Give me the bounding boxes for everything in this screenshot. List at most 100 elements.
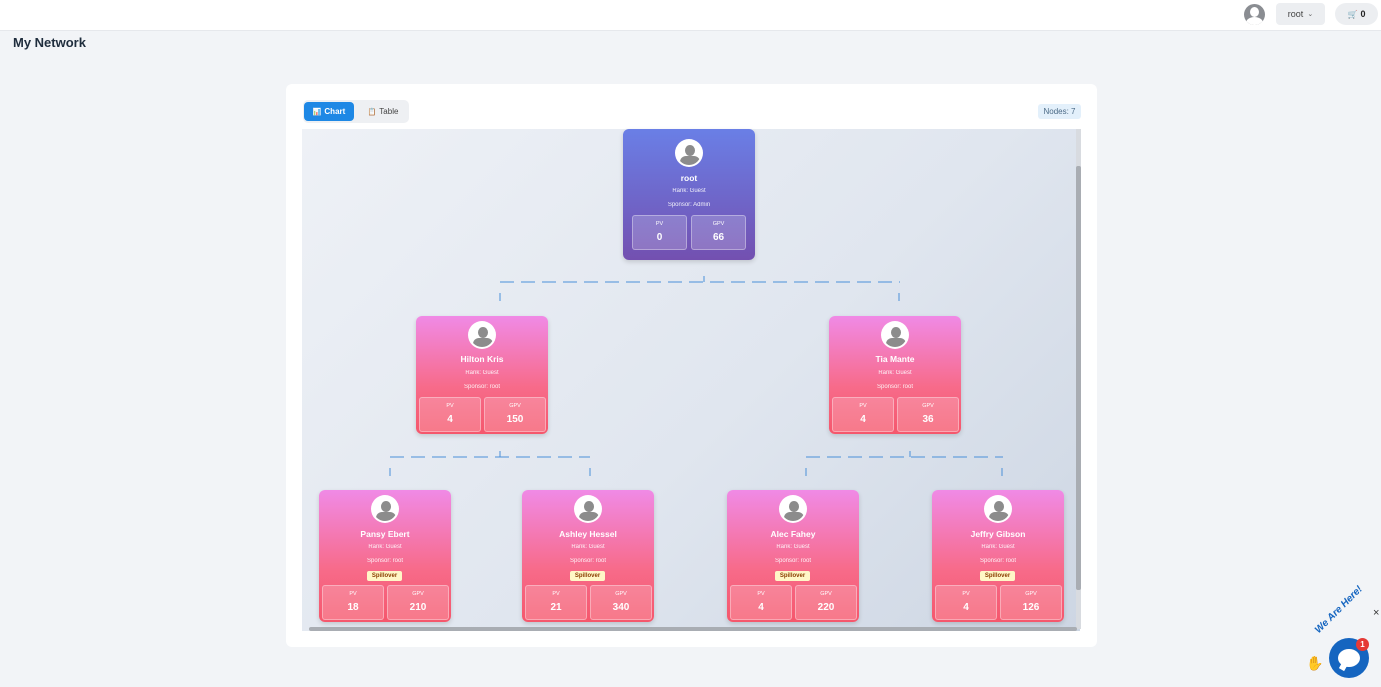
tree-node-hilton-kris[interactable]: Hilton Kris Rank: Guest Sponsor: root PV…	[416, 316, 548, 434]
node-gpv-stat: GPV 150	[484, 397, 546, 432]
pv-label: PV	[655, 221, 664, 227]
node-pv-stat: PV 4	[419, 397, 481, 432]
pv-value: 4	[963, 602, 969, 613]
node-pv-stat: PV 4	[832, 397, 894, 432]
node-rank: Rank: Guest	[465, 370, 499, 376]
gpv-value: 220	[817, 602, 835, 613]
tree-node-tia-mante[interactable]: Tia Mante Rank: Guest Sponsor: root PV 4…	[829, 316, 961, 434]
node-rank: Rank: Guest	[368, 544, 402, 550]
node-pv-stat: PV 18	[322, 585, 384, 620]
node-sponsor: Sponsor: root	[979, 558, 1017, 564]
horizontal-scrollbar[interactable]	[309, 627, 1077, 631]
chat-unread-badge: 1	[1356, 638, 1369, 651]
pv-value: 21	[550, 602, 562, 613]
pv-value: 4	[758, 602, 764, 613]
cart-count: 0	[1360, 9, 1366, 19]
tree-node-root[interactable]: root Rank: Guest Sponsor: Admin PV 0 GPV…	[623, 129, 755, 260]
pv-value: 18	[347, 602, 359, 613]
gpv-label: GPV	[922, 403, 934, 409]
chart-icon: 📊	[312, 108, 322, 116]
tab-table[interactable]: 📋 Table	[358, 102, 408, 121]
node-gpv-stat: GPV 220	[795, 585, 857, 620]
node-gpv-stat: GPV 66	[691, 215, 746, 250]
node-rank: Rank: Guest	[571, 544, 605, 550]
chat-bubble-icon	[1338, 649, 1360, 667]
pv-label: PV	[349, 591, 357, 597]
node-gpv-stat: GPV 340	[590, 585, 652, 620]
node-name: Tia Mante	[875, 354, 915, 364]
node-sponsor: Sponsor: root	[774, 558, 812, 564]
node-pv-stat: PV 0	[632, 215, 687, 250]
gpv-label: GPV	[509, 403, 521, 409]
node-name: Hilton Kris	[460, 354, 504, 364]
pv-label: PV	[962, 591, 970, 597]
tree-node-ashley-hessel[interactable]: Ashley Hessel Rank: Guest Sponsor: root …	[522, 490, 654, 622]
pv-label: PV	[552, 591, 560, 597]
node-rank: Rank: Guest	[776, 544, 810, 550]
node-sponsor: Sponsor: root	[569, 558, 607, 564]
user-avatar[interactable]	[1244, 4, 1265, 25]
node-rank: Rank: Guest	[878, 370, 912, 376]
gpv-label: GPV	[712, 221, 725, 227]
tab-chart[interactable]: 📊 Chart	[304, 102, 354, 121]
node-sponsor: Sponsor: Admin	[667, 202, 711, 208]
node-sponsor: Sponsor: root	[876, 384, 914, 390]
spillover-badge: Spillover	[367, 571, 402, 581]
node-name: Pansy Ebert	[360, 529, 410, 539]
user-menu-label: root	[1287, 9, 1304, 19]
user-menu-button[interactable]: root ⌄	[1276, 3, 1325, 25]
tree-node-alec-fahey[interactable]: Alec Fahey Rank: Guest Sponsor: root Spi…	[727, 490, 859, 622]
node-gpv-stat: GPV 126	[1000, 585, 1062, 620]
node-avatar	[371, 495, 399, 523]
vertical-scrollbar-thumb[interactable]	[1076, 166, 1081, 590]
tree-node-jeffry-gibson[interactable]: Jeffry Gibson Rank: Guest Sponsor: root …	[932, 490, 1064, 622]
node-gpv-stat: GPV 36	[897, 397, 959, 432]
table-icon: 📋	[367, 108, 377, 116]
node-name: Ashley Hessel	[559, 529, 617, 539]
avatar-body-shape	[1246, 17, 1263, 25]
chat-widget-label[interactable]: We Are Here!	[1313, 584, 1365, 636]
pv-label: PV	[757, 591, 765, 597]
gpv-value: 126	[1022, 602, 1040, 613]
spillover-badge: Spillover	[775, 571, 810, 581]
pv-value: 4	[447, 414, 453, 425]
close-icon[interactable]: ×	[1373, 607, 1379, 619]
gpv-value: 150	[506, 414, 524, 425]
node-rank: Rank: Guest	[672, 188, 706, 194]
avatar-head-shape	[1250, 7, 1259, 17]
pv-value: 4	[860, 414, 866, 425]
gpv-value: 210	[409, 602, 427, 613]
chevron-down-icon: ⌄	[1307, 11, 1314, 18]
node-pv-stat: PV 4	[730, 585, 792, 620]
gpv-label: GPV	[820, 591, 832, 597]
tab-chart-label: Chart	[324, 107, 346, 116]
top-bar: root ⌄ 🛒 0	[0, 0, 1381, 31]
node-gpv-stat: GPV 210	[387, 585, 449, 620]
node-avatar	[779, 495, 807, 523]
node-avatar	[574, 495, 602, 523]
node-avatar	[984, 495, 1012, 523]
node-pv-stat: PV 4	[935, 585, 997, 620]
gpv-label: GPV	[615, 591, 627, 597]
node-avatar	[675, 139, 703, 167]
node-avatar	[881, 321, 909, 349]
cart-button[interactable]: 🛒 0	[1335, 3, 1378, 25]
pv-label: PV	[446, 403, 454, 409]
gpv-label: GPV	[1025, 591, 1037, 597]
tab-table-label: Table	[379, 107, 399, 116]
node-avatar	[468, 321, 496, 349]
node-name: root	[680, 173, 698, 183]
node-sponsor: Sponsor: root	[463, 384, 501, 390]
node-sponsor: Sponsor: root	[366, 558, 404, 564]
cart-icon: 🛒	[1347, 9, 1358, 19]
gpv-value: 340	[612, 602, 630, 613]
view-tabs: 📊 Chart 📋 Table	[303, 100, 409, 123]
tree-node-pansy-ebert[interactable]: Pansy Ebert Rank: Guest Sponsor: root Sp…	[319, 490, 451, 622]
pv-value: 0	[656, 232, 663, 243]
waving-hand-icon: ✋	[1306, 655, 1324, 671]
page-title: My Network	[13, 35, 86, 50]
node-name: Jeffry Gibson	[970, 529, 1026, 539]
gpv-label: GPV	[412, 591, 424, 597]
spillover-badge: Spillover	[570, 571, 605, 581]
node-rank: Rank: Guest	[981, 544, 1015, 550]
